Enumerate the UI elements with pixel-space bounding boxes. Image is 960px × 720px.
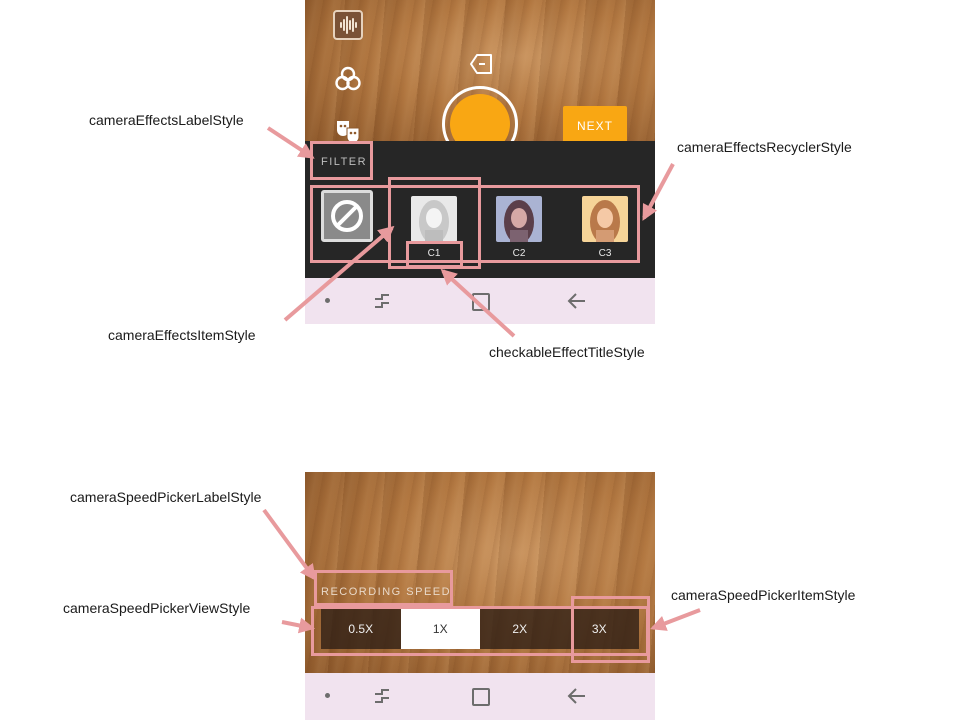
nav-dot-icon [325, 693, 330, 698]
delete-segment-icon[interactable] [469, 53, 493, 75]
recent-apps-icon[interactable] [373, 292, 391, 310]
label-camera-effects-item-style: cameraEffectsItemStyle [108, 327, 256, 343]
label-camera-effects-label-style: cameraEffectsLabelStyle [89, 112, 244, 128]
label-camera-speed-picker-label-style: cameraSpeedPickerLabelStyle [70, 489, 262, 505]
label-checkable-effect-title-style: checkableEffectTitleStyle [489, 344, 645, 360]
home-icon[interactable] [472, 688, 490, 706]
audio-wave-icon[interactable] [333, 10, 363, 40]
back-arrow-icon[interactable] [567, 686, 587, 706]
recent-apps-icon[interactable] [373, 687, 391, 705]
label-camera-effects-recycler-style: cameraEffectsRecyclerStyle [677, 139, 852, 155]
label-camera-speed-picker-view-style: cameraSpeedPickerViewStyle [63, 600, 251, 616]
callout-filter-label [310, 141, 373, 180]
callout-effect-title [406, 241, 463, 268]
nav-dot-icon [325, 298, 330, 303]
callout-speed-item [571, 596, 650, 663]
system-nav-bar [305, 278, 655, 324]
back-arrow-icon[interactable] [567, 291, 587, 311]
callout-recording-label [314, 570, 453, 606]
system-nav-bar [305, 673, 655, 720]
label-camera-speed-picker-item-style: cameraSpeedPickerItemStyle [671, 587, 856, 603]
filter-circles-icon[interactable] [333, 64, 363, 94]
next-button[interactable]: NEXT [563, 106, 627, 146]
home-icon[interactable] [472, 293, 490, 311]
